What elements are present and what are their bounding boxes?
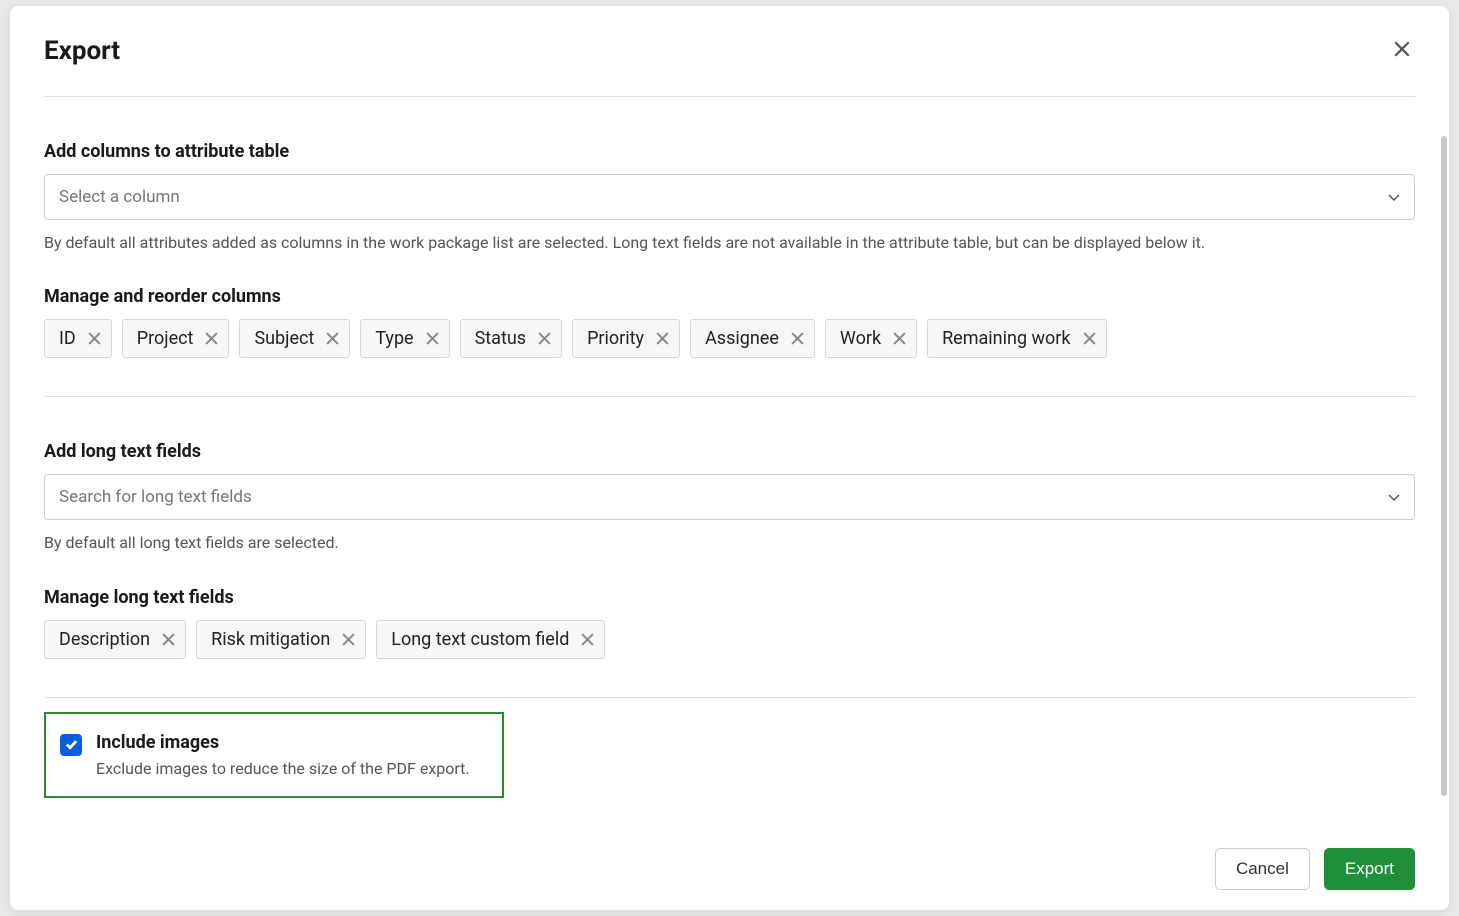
manage-columns-section: Manage and reorder columns ID Project Subj… [44, 254, 1415, 358]
column-select-input[interactable]: Select a column [44, 174, 1415, 220]
chip-label: Project [137, 328, 194, 349]
chip-remove-icon[interactable] [581, 633, 594, 646]
chip-remove-icon[interactable] [205, 332, 218, 345]
chip-label: Type [375, 328, 413, 349]
column-chip[interactable]: Project [122, 319, 230, 358]
close-icon [1393, 40, 1411, 58]
chip-label: Long text custom field [391, 629, 569, 650]
column-chip[interactable]: Work [825, 319, 917, 358]
chip-label: Risk mitigation [211, 629, 330, 650]
column-chip[interactable]: ID [44, 319, 112, 358]
long-text-select-placeholder: Search for long text fields [59, 487, 252, 507]
chip-label: Description [59, 629, 150, 650]
chip-remove-icon[interactable] [426, 332, 439, 345]
export-button[interactable]: Export [1324, 848, 1415, 890]
column-chip[interactable]: Remaining work [927, 319, 1106, 358]
modal-header: Export [44, 36, 1415, 66]
chip-remove-icon[interactable] [342, 633, 355, 646]
add-long-text-section: Add long text fields Search for long tex… [44, 397, 1415, 554]
chevron-down-icon [1388, 187, 1400, 207]
column-chip[interactable]: Assignee [690, 319, 815, 358]
modal-footer: Cancel Export [44, 828, 1415, 890]
chip-remove-icon[interactable] [538, 332, 551, 345]
section-title-add-long-text: Add long text fields [44, 441, 1415, 462]
column-chip[interactable]: Long text custom field [376, 620, 605, 659]
chip-label: Subject [254, 328, 314, 349]
add-columns-section: Add columns to attribute table Select a … [44, 97, 1415, 254]
chip-label: Work [840, 328, 881, 349]
add-long-text-hint: By default all long text fields are sele… [44, 532, 1415, 554]
chip-label: Assignee [705, 328, 779, 349]
column-chip[interactable]: Risk mitigation [196, 620, 366, 659]
close-button[interactable] [1389, 36, 1415, 65]
divider [44, 697, 1415, 698]
chip-remove-icon[interactable] [791, 332, 804, 345]
column-select-placeholder: Select a column [59, 187, 180, 207]
manage-long-text-chips: Description Risk mitigation Long text cust… [44, 620, 1415, 659]
section-title-manage-columns: Manage and reorder columns [44, 286, 1415, 307]
cancel-button[interactable]: Cancel [1215, 848, 1310, 890]
add-columns-hint: By default all attributes added as colum… [44, 232, 1415, 254]
include-images-checkbox[interactable] [60, 734, 82, 756]
chip-label: ID [59, 328, 76, 349]
chip-remove-icon[interactable] [656, 332, 669, 345]
scrollbar[interactable] [1441, 136, 1447, 796]
chip-remove-icon[interactable] [326, 332, 339, 345]
chip-remove-icon[interactable] [88, 332, 101, 345]
column-chip[interactable]: Description [44, 620, 186, 659]
chip-label: Priority [587, 328, 644, 349]
include-images-label: Include images [96, 732, 470, 753]
manage-columns-chips: ID Project Subject Type Status Priority Assign… [44, 319, 1415, 358]
include-images-box: Include images Exclude images to reduce … [44, 712, 504, 798]
chip-remove-icon[interactable] [1083, 332, 1096, 345]
export-modal: Export Add columns to attribute table Se… [10, 6, 1449, 910]
column-chip[interactable]: Type [360, 319, 449, 358]
chevron-down-icon [1388, 487, 1400, 507]
include-images-text: Include images Exclude images to reduce … [96, 732, 470, 778]
column-chip[interactable]: Subject [239, 319, 350, 358]
manage-long-text-section: Manage long text fields Description Risk … [44, 555, 1415, 659]
column-chip[interactable]: Priority [572, 319, 680, 358]
include-images-hint: Exclude images to reduce the size of the… [96, 759, 470, 778]
chip-label: Status [475, 328, 526, 349]
column-chip[interactable]: Status [460, 319, 562, 358]
section-title-manage-long-text: Manage long text fields [44, 587, 1415, 608]
chip-remove-icon[interactable] [893, 332, 906, 345]
check-icon [64, 737, 79, 752]
chip-label: Remaining work [942, 328, 1070, 349]
chip-remove-icon[interactable] [162, 633, 175, 646]
modal-title: Export [44, 36, 120, 66]
section-title-add-columns: Add columns to attribute table [44, 141, 1415, 162]
long-text-select-input[interactable]: Search for long text fields [44, 474, 1415, 520]
